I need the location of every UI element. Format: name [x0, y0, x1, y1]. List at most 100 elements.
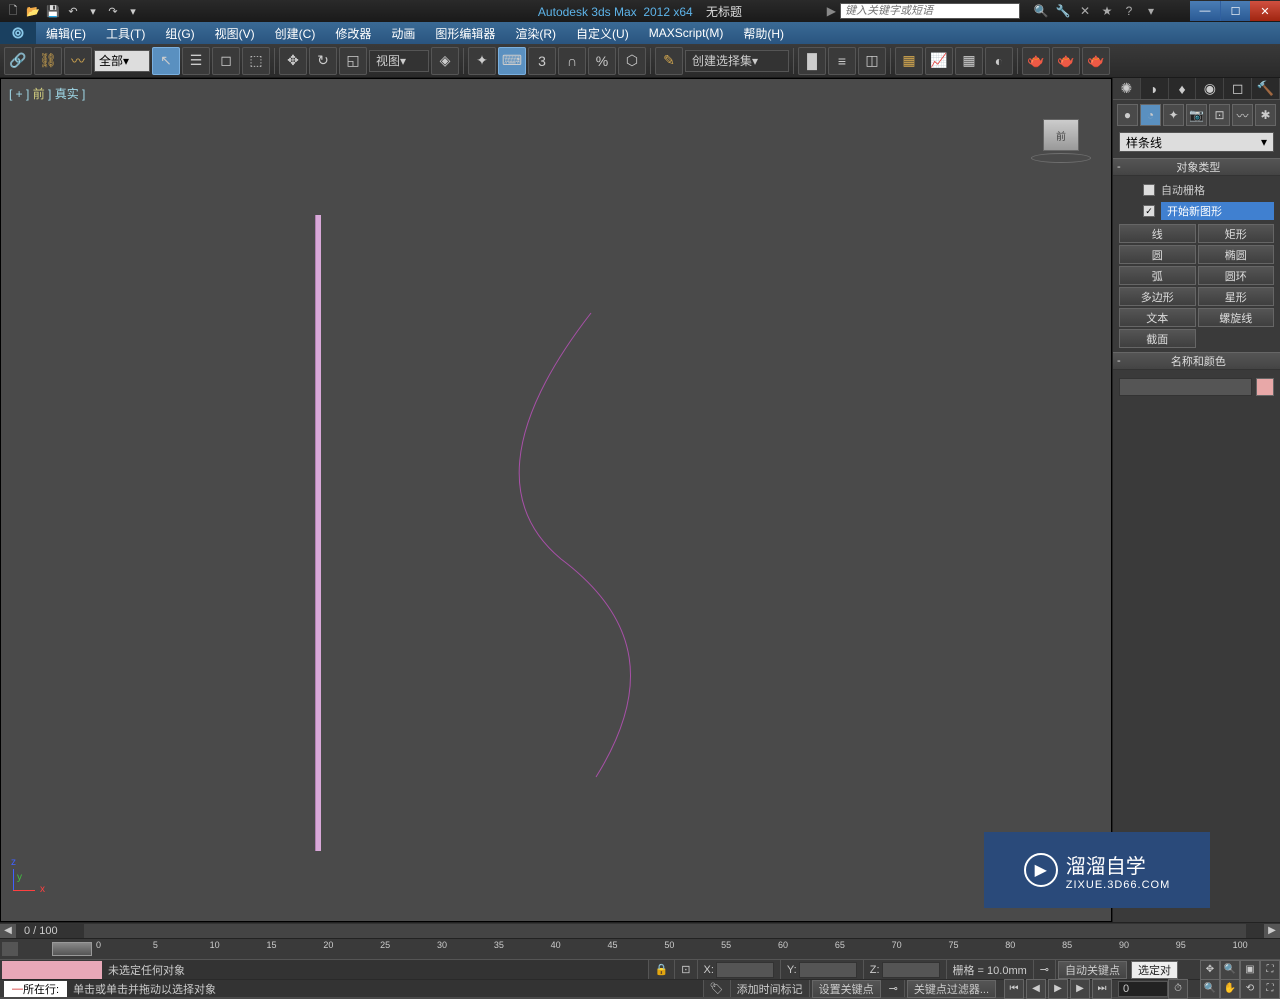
help-search-input[interactable]	[840, 3, 1020, 19]
nav-pan-button[interactable]: ✥	[1200, 960, 1220, 980]
menu-modifiers[interactable]: 修改器	[325, 22, 381, 44]
goto-start-button[interactable]: ⏮	[1004, 979, 1024, 999]
move-tool[interactable]: ✥	[279, 47, 307, 75]
shapes-subtab[interactable]: ◔	[1140, 104, 1161, 126]
link-tool[interactable]: 🔗	[4, 47, 32, 75]
reference-coord-dropdown[interactable]: 视图 ▾	[369, 50, 429, 72]
set-key-button[interactable]: 设置关键点	[812, 980, 881, 998]
scene-object-box[interactable]	[315, 215, 321, 851]
donut-button[interactable]: 圆环	[1198, 266, 1275, 285]
selection-filter-dropdown[interactable]: 全部 ▾	[94, 50, 150, 72]
key-filters-button[interactable]: 关键点过滤器...	[907, 980, 996, 998]
systems-subtab[interactable]: ✱	[1255, 104, 1276, 126]
current-frame-input[interactable]	[1118, 981, 1168, 997]
section-button[interactable]: 截面	[1119, 329, 1196, 348]
hscroll-left-button[interactable]: ◀	[0, 924, 16, 938]
mirror-tool[interactable]: ▐▌	[798, 47, 826, 75]
menu-views[interactable]: 视图(V)	[205, 22, 265, 44]
timeline-ruler[interactable]: 0510152025303540455055606570758085909510…	[96, 940, 1280, 958]
lights-subtab[interactable]: ✦	[1163, 104, 1184, 126]
align-tool[interactable]: ≡	[828, 47, 856, 75]
snap-toggle[interactable]: 3	[528, 47, 556, 75]
time-slider[interactable]	[52, 942, 92, 956]
circle-button[interactable]: 圆	[1119, 245, 1196, 264]
modify-panel-tab[interactable]: ◗	[1141, 78, 1169, 99]
viewcube[interactable]: 前	[1031, 119, 1091, 169]
menu-rendering[interactable]: 渲染(R)	[505, 22, 566, 44]
menu-group[interactable]: 组(G)	[155, 22, 204, 44]
menu-create[interactable]: 创建(C)	[265, 22, 326, 44]
next-frame-button[interactable]: ▶	[1070, 979, 1090, 999]
help-icon[interactable]: ?	[1120, 2, 1138, 20]
nav-maximize-button[interactable]: ⛶	[1260, 960, 1280, 980]
object-type-rollout-header[interactable]: -对象类型	[1113, 158, 1280, 176]
viewport-hscrollbar[interactable]	[84, 924, 1246, 938]
menu-maxscript[interactable]: MAXScript(M)	[639, 22, 734, 44]
play-button[interactable]: ▶	[1048, 979, 1068, 999]
minimize-button[interactable]: —	[1190, 1, 1220, 21]
nav-region-button[interactable]: ▣	[1240, 960, 1260, 980]
redo-icon[interactable]: ↷	[104, 2, 122, 20]
graphite-modeling-tool[interactable]: ▦	[895, 47, 923, 75]
rotate-tool[interactable]: ↻	[309, 47, 337, 75]
geometry-subtab[interactable]: ●	[1117, 104, 1138, 126]
name-color-rollout-header[interactable]: -名称和颜色	[1113, 352, 1280, 370]
render-setup-tool[interactable]: 🫖	[1022, 47, 1050, 75]
angle-snap-toggle[interactable]: ∩	[558, 47, 586, 75]
helix-button[interactable]: 螺旋线	[1198, 308, 1275, 327]
ngon-button[interactable]: 多边形	[1119, 287, 1196, 306]
trackbar-key-area[interactable]	[2, 961, 102, 979]
line-button[interactable]: 线	[1119, 224, 1196, 243]
rectangle-button[interactable]: 矩形	[1198, 224, 1275, 243]
viewport-label[interactable]: [ + ] 前 ] 真实 ]	[9, 85, 85, 102]
time-config-button[interactable]: ⏱	[1168, 979, 1188, 999]
menu-tools[interactable]: 工具(T)	[96, 22, 155, 44]
object-color-swatch[interactable]	[1256, 378, 1274, 396]
hscroll-right-button[interactable]: ▶	[1264, 924, 1280, 938]
undo-icon[interactable]: ↶	[64, 2, 82, 20]
spinner-snap-toggle[interactable]: ⬡	[618, 47, 646, 75]
rectangular-select-tool[interactable]: ◻	[212, 47, 240, 75]
percent-snap-toggle[interactable]: %	[588, 47, 616, 75]
utilities-panel-tab[interactable]: 🔨	[1252, 78, 1280, 99]
close-button[interactable]: ✕	[1250, 1, 1280, 21]
z-coord-input[interactable]	[882, 962, 940, 978]
new-file-icon[interactable]: 🗋	[4, 2, 22, 20]
maximize-button[interactable]: ☐	[1220, 1, 1250, 21]
text-button[interactable]: 文本	[1119, 308, 1196, 327]
motion-panel-tab[interactable]: ◉	[1196, 78, 1224, 99]
menu-edit[interactable]: 编辑(E)	[36, 22, 96, 44]
redo-drop-icon[interactable]: ▾	[124, 2, 142, 20]
object-name-input[interactable]	[1119, 378, 1252, 396]
menu-customize[interactable]: 自定义(U)	[566, 22, 639, 44]
key-mode-icon[interactable]: ⊸	[883, 980, 905, 997]
x-coord-input[interactable]	[716, 962, 774, 978]
menu-animation[interactable]: 动画	[381, 22, 425, 44]
nav-max-button[interactable]: ⛶	[1260, 979, 1280, 999]
helpers-subtab[interactable]: ⊡	[1209, 104, 1230, 126]
unlink-tool[interactable]: ⛓	[34, 47, 62, 75]
pivot-center-tool[interactable]: ◈	[431, 47, 459, 75]
infocenter-icon[interactable]: 🔍	[1032, 2, 1050, 20]
timeline-config-button[interactable]	[2, 942, 18, 956]
scene-object-spline[interactable]	[491, 309, 671, 789]
y-coord-input[interactable]	[799, 962, 857, 978]
material-editor-tool[interactable]: ◐	[985, 47, 1013, 75]
auto-key-button[interactable]: 自动关键点	[1058, 961, 1127, 979]
comm-center-icon[interactable]: 🔧	[1054, 2, 1072, 20]
manipulate-tool[interactable]: ✦	[468, 47, 496, 75]
ellipse-button[interactable]: 椭圆	[1198, 245, 1275, 264]
isolate-icon[interactable]: ⊡	[675, 960, 697, 979]
spacewarps-subtab[interactable]: 〰	[1232, 104, 1253, 126]
named-selection-dropdown[interactable]: 创建选择集 ▾	[685, 50, 789, 72]
bind-spacewarp-tool[interactable]: 〰	[64, 47, 92, 75]
rendered-frame-window[interactable]: 🫖	[1052, 47, 1080, 75]
select-object-tool[interactable]: ↖	[152, 47, 180, 75]
shape-category-dropdown[interactable]: 样条线▾	[1119, 132, 1274, 152]
nav-orbit-button[interactable]: ⟲	[1240, 979, 1260, 999]
arc-button[interactable]: 弧	[1119, 266, 1196, 285]
keyboard-shortcut-toggle[interactable]: ⌨	[498, 47, 526, 75]
save-file-icon[interactable]: 💾	[44, 2, 62, 20]
menu-grapheditors[interactable]: 图形编辑器	[425, 22, 505, 44]
viewcube-face[interactable]: 前	[1043, 119, 1079, 151]
